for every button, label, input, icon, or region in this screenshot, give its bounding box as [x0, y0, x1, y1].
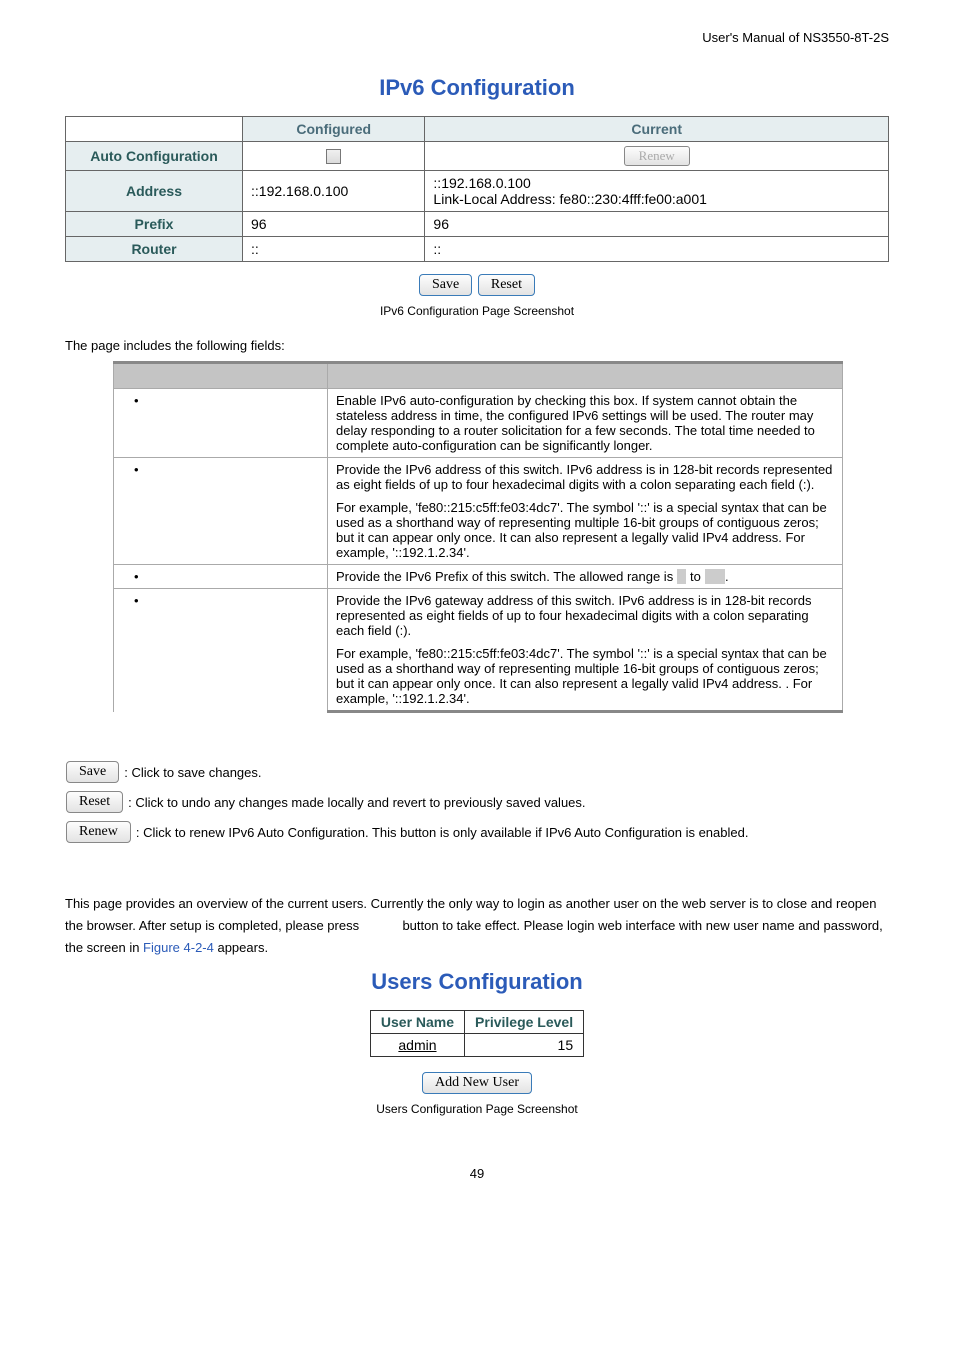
user-admin-priv: 15 — [465, 1034, 584, 1057]
autoconfig-checkbox[interactable] — [326, 149, 341, 164]
page-number: 49 — [65, 1166, 889, 1181]
manual-header: User's Manual of NS3550-8T-2S — [65, 30, 889, 45]
ipv6-caption: IPv6 Configuration Page Screenshot — [65, 304, 889, 318]
ipv6-config-table: Configured Current Auto Configuration Re… — [65, 116, 889, 262]
col-privlevel: Privilege Level — [465, 1011, 584, 1034]
field-prefix-desc: Provide the IPv6 Prefix of this switch. … — [328, 565, 843, 589]
col-username: User Name — [370, 1011, 464, 1034]
renew-desc: : Click to renew IPv6 Auto Configuration… — [136, 825, 749, 840]
router-configured[interactable]: :: — [243, 237, 425, 262]
row-prefix: Prefix — [66, 212, 243, 237]
field-autoconfig-desc: Enable IPv6 auto-configuration by checki… — [328, 389, 843, 458]
save-button-desc[interactable]: Save — [66, 761, 119, 783]
prefix-configured[interactable]: 96 — [243, 212, 425, 237]
field-router-label: • — [114, 589, 328, 712]
reset-desc: : Click to undo any changes made locally… — [128, 795, 585, 810]
field-address-desc1: Provide the IPv6 address of this switch.… — [328, 458, 843, 497]
address-current: ::192.168.0.100 Link-Local Address: fe80… — [425, 171, 889, 212]
fields-intro: The page includes the following fields: — [65, 338, 889, 353]
fields-table: • Enable IPv6 auto-configuration by chec… — [113, 361, 843, 713]
users-caption: Users Configuration Page Screenshot — [65, 1102, 889, 1116]
field-prefix-label: • — [114, 565, 328, 589]
row-router: Router — [66, 237, 243, 262]
field-address-desc2: For example, 'fe80::215:c5ff:fe03:4dc7'.… — [328, 496, 843, 565]
reset-button-desc[interactable]: Reset — [66, 791, 123, 813]
field-router-desc1: Provide the IPv6 gateway address of this… — [328, 589, 843, 643]
col-configured: Configured — [243, 117, 425, 142]
users-section-text: This page provides an overview of the cu… — [65, 893, 889, 959]
row-address: Address — [66, 171, 243, 212]
users-title: Users Configuration — [65, 969, 889, 995]
field-autoconfig-label: • — [114, 389, 328, 458]
save-desc: : Click to save changes. — [124, 765, 261, 780]
field-router-desc2: For example, 'fe80::215:c5ff:fe03:4dc7'.… — [328, 642, 843, 712]
save-button[interactable]: Save — [419, 274, 472, 296]
renew-button-desc[interactable]: Renew — [66, 821, 131, 843]
users-table: User Name Privilege Level admin 15 — [370, 1010, 584, 1057]
field-address-label: • — [114, 458, 328, 565]
row-autoconfig: Auto Configuration — [66, 142, 243, 171]
user-admin-link[interactable]: admin — [370, 1034, 464, 1057]
renew-button-disabled: Renew — [624, 146, 690, 166]
table-row: admin 15 — [370, 1034, 583, 1057]
col-current: Current — [425, 117, 889, 142]
reset-button[interactable]: Reset — [478, 274, 535, 296]
ipv6-title: IPv6 Configuration — [65, 75, 889, 101]
add-new-user-button[interactable]: Add New User — [422, 1072, 532, 1094]
router-current: :: — [425, 237, 889, 262]
figure-link[interactable]: Figure 4-2-4 — [143, 940, 214, 955]
address-configured[interactable]: ::192.168.0.100 — [243, 171, 425, 212]
prefix-current: 96 — [425, 212, 889, 237]
